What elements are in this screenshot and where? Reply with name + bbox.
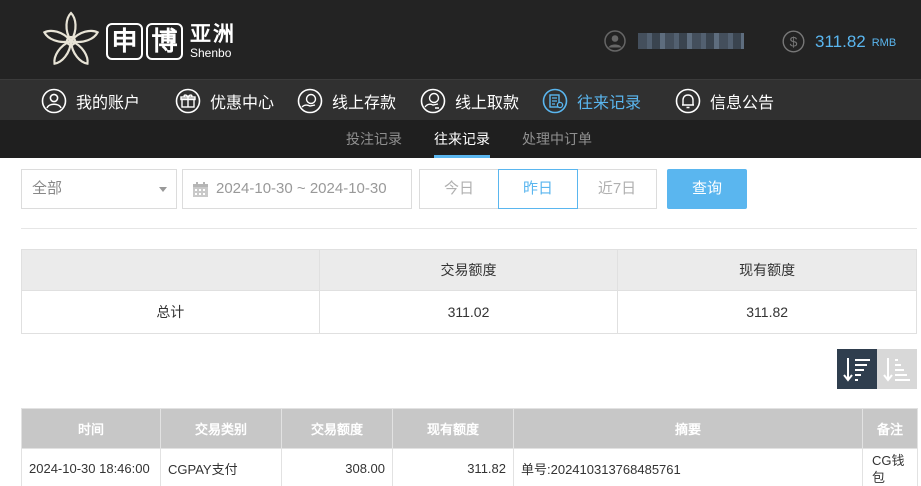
logo-en: Shenbo xyxy=(190,45,232,60)
sort-ascending-button[interactable] xyxy=(877,349,917,389)
nav-item-label: 线上存款 xyxy=(332,94,397,112)
logo-wordmark: 申 博 xyxy=(106,22,186,60)
user-icon xyxy=(604,30,626,52)
table-row: 2024-10-30 18:46:00 CGPAY支付 308.00 311.8… xyxy=(21,448,918,486)
nav-item-label: 优惠中心 xyxy=(210,94,275,112)
summary-header-amount: 交易额度 xyxy=(318,249,619,291)
tab-pending-orders[interactable]: 处理中订单 xyxy=(522,120,592,158)
summary-total-row: 总计 311.02 311.82 xyxy=(21,290,917,334)
records-table: 时间 交易类别 交易额度 现有额度 摘要 备注 2024-10-30 18:46… xyxy=(21,408,918,486)
nav-item-my-account[interactable]: 我的账户 xyxy=(41,80,140,121)
nav-item-deposit[interactable]: 线上存款 xyxy=(297,80,396,121)
header-balance: 现有额度 xyxy=(392,408,514,449)
summary-total-balance: 311.82 xyxy=(617,290,917,334)
balance-unit: RMB xyxy=(871,37,897,49)
cell-summary: 单号:202410313768485761 xyxy=(513,448,863,486)
tab-transaction-records[interactable]: 往来记录 xyxy=(434,120,490,158)
user-circle-icon xyxy=(41,88,67,113)
main-nav: 我的账户 优惠中心 线上存款 线上取款 往来记录 信息公告 xyxy=(0,79,921,120)
top-header: 申 博 亚洲 Shenbo $ 311.82 RMB xyxy=(0,0,921,79)
cell-note: CG钱包 xyxy=(862,448,918,486)
query-button[interactable]: 查询 xyxy=(667,169,747,209)
date-range-picker[interactable]: 2024-10-30 ~ 2024-10-30 xyxy=(182,169,412,209)
records-icon xyxy=(542,88,568,113)
summary-total-label: 总计 xyxy=(21,290,320,334)
user-area[interactable] xyxy=(604,30,744,52)
summary-total-amount: 311.02 xyxy=(318,290,619,334)
logo-char-2: 博 xyxy=(146,22,183,60)
summary-header-row: 交易额度 现有额度 xyxy=(21,249,917,291)
cell-time: 2024-10-30 18:46:00 xyxy=(21,448,161,486)
sort-ascending-icon xyxy=(883,358,910,382)
logo-char-1: 申 xyxy=(106,22,143,60)
gift-icon xyxy=(175,88,201,113)
nav-item-label: 线上取款 xyxy=(455,94,520,112)
balance-value: 311.82 xyxy=(815,31,866,51)
nav-item-announcements[interactable]: 信息公告 xyxy=(675,80,774,121)
type-select-value: 全部 xyxy=(32,180,63,197)
summary-header-empty xyxy=(21,249,320,291)
nav-item-label: 往来记录 xyxy=(577,94,642,112)
svg-text:$: $ xyxy=(790,34,798,50)
balance-area: $ 311.82 RMB xyxy=(782,30,896,53)
records-header-row: 时间 交易类别 交易额度 现有额度 摘要 备注 xyxy=(21,408,918,449)
header-type: 交易类别 xyxy=(160,408,282,449)
dollar-icon: $ xyxy=(782,30,805,53)
header-amount: 交易额度 xyxy=(281,408,393,449)
sub-nav: 投注记录 往来记录 处理中订单 xyxy=(0,120,921,158)
header-summary: 摘要 xyxy=(513,408,863,449)
cell-amount: 308.00 xyxy=(281,448,393,486)
nav-item-withdraw[interactable]: 线上取款 xyxy=(420,80,519,121)
cell-balance: 311.82 xyxy=(392,448,514,486)
divider xyxy=(21,228,917,229)
yesterday-button[interactable]: 昨日 xyxy=(498,169,578,209)
header-note: 备注 xyxy=(862,408,918,449)
date-range-value: 2024-10-30 ~ 2024-10-30 xyxy=(216,180,387,197)
caret-down-icon xyxy=(159,187,167,192)
nav-item-label: 信息公告 xyxy=(710,94,775,112)
flower-logo-icon xyxy=(42,11,100,65)
username-masked xyxy=(638,33,744,49)
summary-table: 交易额度 现有额度 总计 311.02 311.82 xyxy=(21,249,917,334)
header-time: 时间 xyxy=(21,408,161,449)
logo[interactable]: 申 博 亚洲 Shenbo xyxy=(40,10,236,72)
logo-cn: 亚洲 xyxy=(190,22,236,46)
logo-text: 亚洲 Shenbo xyxy=(190,24,236,59)
nav-item-transaction-records[interactable]: 往来记录 xyxy=(542,80,641,121)
sort-descending-icon xyxy=(843,358,870,382)
nav-item-label: 我的账户 xyxy=(76,94,141,112)
deposit-icon xyxy=(297,88,323,113)
last-7-days-button[interactable]: 近7日 xyxy=(577,169,657,209)
withdraw-icon xyxy=(420,88,446,113)
summary-header-balance: 现有额度 xyxy=(617,249,917,291)
bell-icon xyxy=(675,88,701,113)
calendar-icon xyxy=(193,182,208,197)
cell-type: CGPAY支付 xyxy=(160,448,282,486)
sort-descending-button[interactable] xyxy=(837,349,877,389)
tab-bet-records[interactable]: 投注记录 xyxy=(346,120,402,158)
today-button[interactable]: 今日 xyxy=(419,169,499,209)
nav-item-promotions[interactable]: 优惠中心 xyxy=(175,80,274,121)
transaction-type-select[interactable]: 全部 xyxy=(21,169,177,209)
